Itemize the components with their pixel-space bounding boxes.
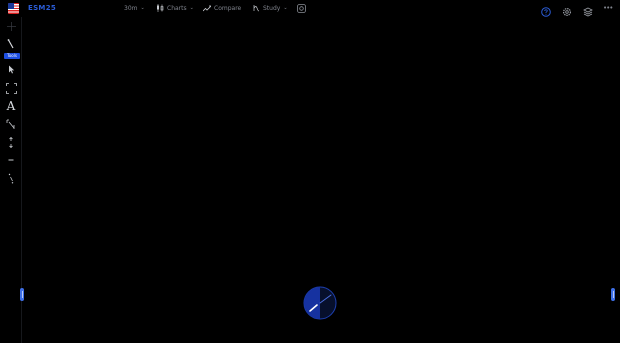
cursor-tool[interactable] — [4, 62, 18, 76]
fib-tool[interactable] — [4, 117, 18, 131]
more-tools-button[interactable] — [4, 171, 18, 185]
compare-label: Compare — [214, 4, 242, 12]
tools-tooltip: Tools — [4, 53, 20, 59]
text-tool[interactable]: A — [4, 99, 18, 113]
left-resize-handle[interactable] — [20, 288, 24, 301]
interval-label: 30m — [124, 4, 138, 12]
ruler-tool[interactable] — [4, 135, 18, 149]
snapshot-button[interactable] — [297, 3, 306, 13]
study-dropdown[interactable]: Study ⌄ — [253, 3, 288, 13]
more-menu-button[interactable]: ••• — [603, 4, 613, 12]
compare-icon — [203, 5, 211, 11]
settings-button[interactable] — [562, 2, 572, 21]
us-flag-icon[interactable] — [8, 3, 19, 14]
crosshair-icon — [6, 21, 16, 31]
ellipsis-icon: ••• — [603, 4, 613, 12]
top-toolbar: ESM25 30m ⌄ Charts ⌄ Compare Study ⌄ ••• — [0, 0, 620, 17]
loading-spinner — [303, 286, 337, 320]
more-tools-icon — [8, 173, 14, 183]
measure-icon — [5, 82, 17, 94]
study-label: Study — [263, 4, 281, 12]
chevron-down-icon: ⌄ — [189, 5, 194, 11]
camera-icon — [297, 3, 306, 13]
chevron-down-icon: ⌄ — [140, 5, 145, 11]
text-icon: A — [6, 99, 16, 113]
study-icon — [253, 5, 260, 12]
compare-button[interactable]: Compare — [203, 3, 241, 13]
fib-icon — [6, 119, 15, 129]
charts-dropdown[interactable]: Charts ⌄ — [156, 3, 194, 13]
trendline-icon — [7, 39, 14, 49]
trendline-tool[interactable] — [4, 37, 18, 51]
interval-dropdown[interactable]: 30m ⌄ — [124, 3, 145, 13]
right-resize-handle[interactable] — [611, 288, 615, 301]
layers-icon — [583, 7, 593, 17]
gear-icon — [562, 7, 572, 17]
ruler-icon — [9, 136, 13, 148]
eraser-icon — [8, 159, 14, 161]
measure-tool[interactable] — [4, 81, 18, 95]
symbol-label[interactable]: ESM25 — [28, 4, 56, 12]
charts-label: Charts — [167, 4, 187, 12]
cursor-icon — [8, 65, 14, 73]
chevron-down-icon: ⌄ — [283, 5, 288, 11]
layers-button[interactable] — [583, 2, 593, 21]
crosshair-tool[interactable] — [4, 19, 18, 33]
spinner-icon — [303, 286, 337, 320]
help-button[interactable] — [541, 2, 551, 21]
candlestick-icon — [157, 4, 164, 12]
drawing-toolbar: Tools A — [0, 17, 22, 343]
eraser-tool[interactable] — [4, 153, 18, 167]
help-icon — [541, 7, 551, 17]
